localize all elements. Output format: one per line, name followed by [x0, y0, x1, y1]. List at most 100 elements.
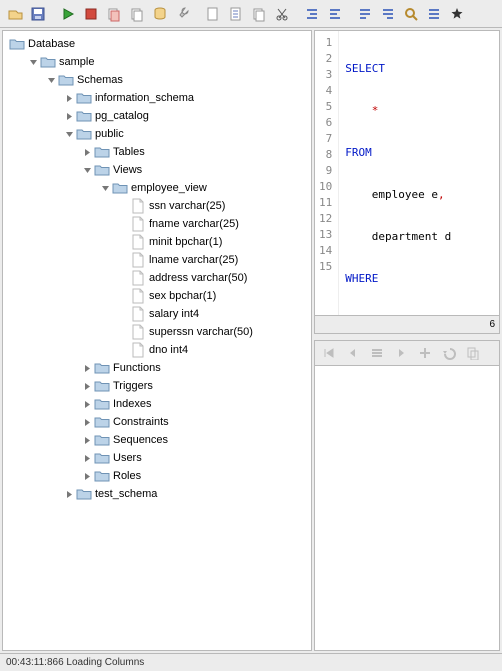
file-icon [130, 288, 146, 304]
tree-schema-test-schema[interactable]: test_schema [59, 485, 309, 503]
prev-icon[interactable] [343, 343, 363, 363]
file-icon [130, 342, 146, 358]
lines-icon[interactable] [367, 343, 387, 363]
results-toolbar [314, 340, 500, 366]
tree-column[interactable]: sex bpchar(1) [113, 287, 309, 305]
chevron-right-icon[interactable] [81, 416, 93, 428]
chevron-right-icon[interactable] [81, 146, 93, 158]
tree-column[interactable]: lname varchar(25) [113, 251, 309, 269]
folder-icon [76, 90, 92, 106]
indent-lines-icon[interactable] [324, 3, 346, 25]
tree-column[interactable]: minit bpchar(1) [113, 233, 309, 251]
folder-icon [94, 450, 110, 466]
indent-left-icon[interactable] [301, 3, 323, 25]
doc-lines-icon[interactable] [225, 3, 247, 25]
copy-icon[interactable] [126, 3, 148, 25]
chevron-right-icon[interactable] [63, 110, 75, 122]
chevron-down-icon[interactable] [45, 74, 57, 86]
file-icon [130, 234, 146, 250]
run-icon[interactable] [57, 3, 79, 25]
chevron-right-icon[interactable] [63, 488, 75, 500]
chevron-right-icon[interactable] [81, 362, 93, 374]
tree-triggers[interactable]: Triggers [77, 377, 309, 395]
tree-views[interactable]: Views [77, 161, 309, 179]
tree-root[interactable]: Database [5, 35, 309, 53]
tree-column[interactable]: superssn varchar(50) [113, 323, 309, 341]
folder-icon [94, 432, 110, 448]
chevron-down-icon[interactable] [99, 182, 111, 194]
chevron-right-icon[interactable] [81, 470, 93, 482]
tree-column[interactable]: salary int4 [113, 305, 309, 323]
tree-users[interactable]: Users [77, 449, 309, 467]
results-grid[interactable] [314, 366, 500, 651]
folder-icon [94, 360, 110, 376]
folder-icon [112, 180, 128, 196]
folder-icon [76, 126, 92, 142]
folder-icon [94, 414, 110, 430]
copy-red-icon[interactable] [103, 3, 125, 25]
file-icon [130, 324, 146, 340]
chevron-right-icon[interactable] [81, 452, 93, 464]
folder-icon [94, 144, 110, 160]
code-area[interactable]: SELECT * FROM employee e, department d W… [339, 31, 499, 315]
chevron-right-icon[interactable] [81, 380, 93, 392]
tree-constraints[interactable]: Constraints [77, 413, 309, 431]
folder-icon [94, 468, 110, 484]
folder-icon [94, 378, 110, 394]
copy-icon[interactable] [463, 343, 483, 363]
editor-hscroll[interactable]: 6 [314, 316, 500, 334]
tree-roles[interactable]: Roles [77, 467, 309, 485]
save-icon[interactable] [27, 3, 49, 25]
tree-view-employee-view[interactable]: employee_view [95, 179, 309, 197]
editor-panel: 123456789101112131415 SELECT * FROM empl… [314, 30, 500, 651]
wrench-icon[interactable] [172, 3, 194, 25]
tree-sequences[interactable]: Sequences [77, 431, 309, 449]
align-right-icon[interactable] [377, 3, 399, 25]
folder-icon [9, 36, 25, 52]
chevron-down-icon[interactable] [63, 128, 75, 140]
first-icon[interactable] [319, 343, 339, 363]
find-icon[interactable] [400, 3, 422, 25]
tree-column[interactable]: fname varchar(25) [113, 215, 309, 233]
chevron-right-icon[interactable] [81, 398, 93, 410]
tree-indexes[interactable]: Indexes [77, 395, 309, 413]
chevron-right-icon[interactable] [81, 434, 93, 446]
tree-column[interactable]: address varchar(50) [113, 269, 309, 287]
tree-schema-public[interactable]: public [59, 125, 309, 143]
tree-functions[interactable]: Functions [77, 359, 309, 377]
chevron-down-icon[interactable] [81, 164, 93, 176]
cylinder-icon[interactable] [149, 3, 171, 25]
tree-db-sample[interactable]: sample [23, 53, 309, 71]
next-icon[interactable] [391, 343, 411, 363]
chevron-right-icon[interactable] [63, 92, 75, 104]
database-tree-panel: Database sample [2, 30, 312, 651]
status-bar: 00:43:11:866 Loading Columns [0, 653, 502, 671]
align-left-icon[interactable] [354, 3, 376, 25]
folder-icon [40, 54, 56, 70]
status-text: 00:43:11:866 Loading Columns [6, 657, 144, 668]
copy2-icon[interactable] [248, 3, 270, 25]
scissors-icon[interactable] [271, 3, 293, 25]
tree-schema-pg-catalog[interactable]: pg_catalog [59, 107, 309, 125]
sql-editor[interactable]: 123456789101112131415 SELECT * FROM empl… [314, 30, 500, 316]
add-icon[interactable] [415, 343, 435, 363]
main-toolbar [0, 0, 502, 28]
star-icon[interactable] [446, 3, 468, 25]
tree-schemas[interactable]: Schemas [41, 71, 309, 89]
doc-icon[interactable] [202, 3, 224, 25]
tree-column[interactable]: ssn varchar(25) [113, 197, 309, 215]
tree-tables[interactable]: Tables [77, 143, 309, 161]
file-icon [130, 252, 146, 268]
folder-icon [58, 72, 74, 88]
undo-icon[interactable] [439, 343, 459, 363]
lines-icon[interactable] [423, 3, 445, 25]
tree-schema-information-schema[interactable]: information_schema [59, 89, 309, 107]
stop-icon[interactable] [80, 3, 102, 25]
folder-icon [76, 486, 92, 502]
folder-icon [94, 396, 110, 412]
open-icon[interactable] [4, 3, 26, 25]
chevron-down-icon[interactable] [27, 56, 39, 68]
file-icon [130, 216, 146, 232]
tree-column[interactable]: dno int4 [113, 341, 309, 359]
file-icon [130, 306, 146, 322]
